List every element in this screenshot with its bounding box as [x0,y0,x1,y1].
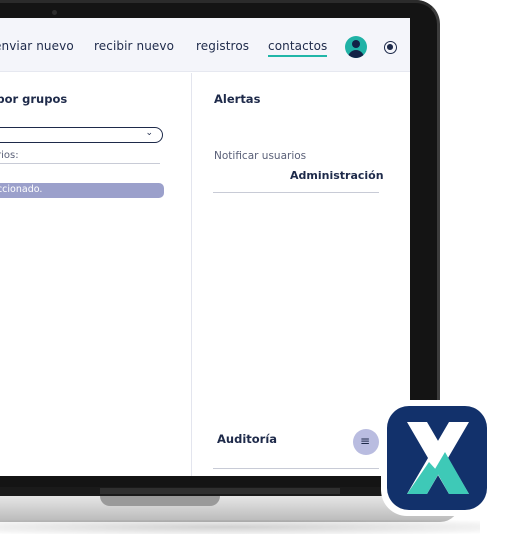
nav-item-enviar-nuevo[interactable]: enviar nuevo [0,39,74,53]
user-avatar-icon[interactable] [345,36,367,58]
notes-glyph: ≡ [360,434,371,448]
chevron-down-icon: ⌄ [145,128,153,138]
nav-item-registros[interactable]: registros [196,39,249,53]
audit-title: Auditoría [217,432,278,446]
radio-settings-icon[interactable] [384,41,397,54]
alerts-panel: Alertas Notificar usuarios Administració… [193,73,410,476]
users-select[interactable]: ⌄ [0,127,163,143]
notify-users-label: Notificar usuarios [214,150,307,162]
stage: enviar nuevo recibir nuevo registros con… [0,0,515,534]
top-navigation: enviar nuevo recibir nuevo registros con… [0,18,410,72]
notes-lines-icon[interactable]: ≡ [353,429,379,455]
alerts-divider [213,192,379,193]
left-divider [0,163,160,164]
app-logo-x-icon [407,422,469,494]
alerts-title: Alertas [214,92,261,106]
audit-divider [213,468,379,469]
group-filter-title: Filtrar por grupos [0,92,68,106]
laptop-shadow [0,520,480,534]
avatar-head [352,40,360,48]
nav-item-contactos[interactable]: contactos [268,39,328,57]
no-group-status: Ningún grupo seleccionado. [0,183,164,198]
users-select-label: Usuarios: [0,150,19,161]
laptop-base-groove [100,496,220,506]
app-logo-icon [387,406,487,510]
camera-icon [52,10,57,15]
laptop-hinge-highlight [100,488,340,494]
nav-item-recibir-nuevo[interactable]: recibir nuevo [94,39,174,53]
status-message: Ningún grupo seleccionado. [0,184,43,195]
avatar-body [348,50,364,58]
laptop-screen: enviar nuevo recibir nuevo registros con… [0,18,410,476]
radio-dot [387,44,393,50]
notify-users-value[interactable]: Administración [290,169,384,182]
